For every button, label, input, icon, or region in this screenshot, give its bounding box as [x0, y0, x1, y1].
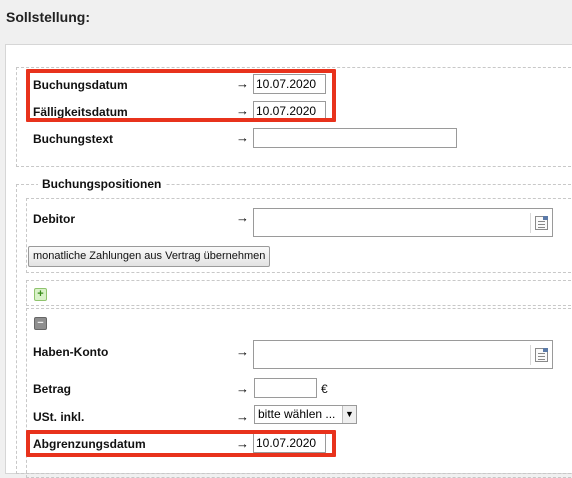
add-row-group: [26, 280, 572, 306]
buchungstext-field[interactable]: [253, 128, 457, 148]
apply-contract-payments-button[interactable]: monatliche Zahlungen aus Vertrag überneh…: [28, 246, 271, 267]
betrag-field[interactable]: [254, 378, 317, 398]
ust-select-value: bitte wählen ...: [258, 407, 336, 421]
betrag-arrow-icon: →: [236, 381, 249, 396]
debitor-field[interactable]: [253, 208, 553, 237]
date-highlight-box: [26, 69, 336, 122]
ust-label: USt. inkl.: [33, 410, 85, 424]
haben-konto-field[interactable]: [253, 340, 553, 369]
ust-select[interactable]: bitte wählen ... ▼: [254, 405, 357, 424]
haben-konto-picker-icon[interactable]: [530, 345, 550, 365]
chevron-down-icon[interactable]: ▼: [342, 406, 356, 423]
debitor-picker-icon[interactable]: [530, 213, 550, 233]
abgrenzung-highlight-box: [26, 430, 336, 457]
remove-position-icon[interactable]: −: [34, 317, 47, 330]
debitor-arrow-icon: →: [236, 210, 249, 225]
page-title: Sollstellung:: [6, 9, 90, 25]
buchungstext-arrow-icon: →: [236, 130, 249, 145]
buchungstext-label: Buchungstext: [33, 132, 114, 146]
positions-legend: Buchungspositionen: [38, 177, 166, 191]
ust-arrow-icon: →: [236, 409, 249, 424]
haben-konto-arrow-icon: →: [236, 344, 249, 359]
add-position-icon[interactable]: +: [34, 288, 47, 301]
betrag-label: Betrag: [33, 382, 72, 396]
haben-konto-label: Haben-Konto: [33, 345, 109, 359]
betrag-unit: €: [321, 382, 328, 396]
debitor-label: Debitor: [33, 212, 75, 226]
